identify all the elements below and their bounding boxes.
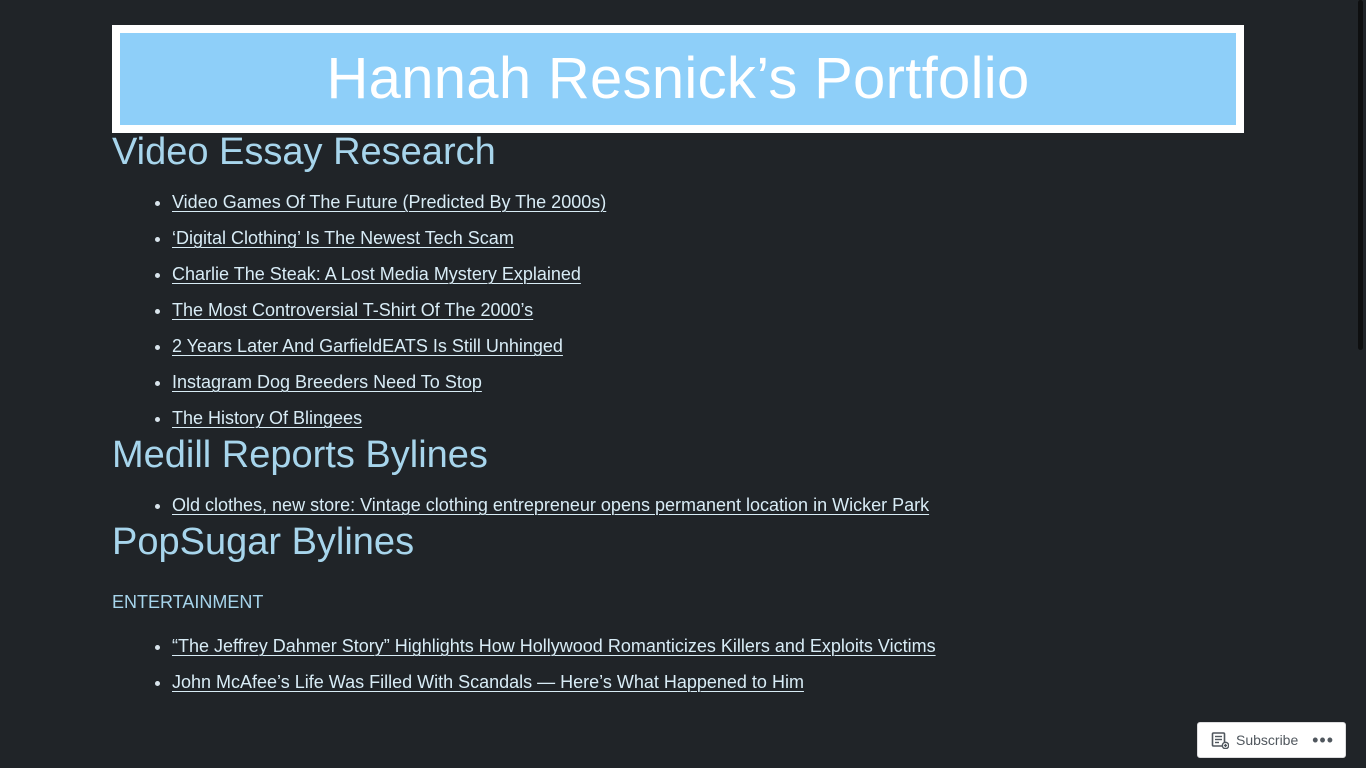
list-item: John McAfee’s Life Was Filled With Scand…	[172, 664, 1244, 700]
list-item: The Most Controversial T-Shirt Of The 20…	[172, 292, 1244, 328]
subscribe-bar: Subscribe •••	[1197, 722, 1346, 758]
list-item: The History Of Blingees	[172, 400, 1244, 436]
list-item: 2 Years Later And GarfieldEATS Is Still …	[172, 328, 1244, 364]
category-label-entertainment: ENTERTAINMENT	[112, 592, 264, 612]
subscribe-label: Subscribe	[1236, 732, 1299, 748]
list-item: Old clothes, new store: Vintage clothing…	[172, 487, 1244, 523]
reader-icon	[1211, 731, 1230, 750]
site-header: Hannah Resnick’s Portfolio	[112, 25, 1244, 133]
section-title-video-essay-research: Video Essay Research	[112, 131, 496, 173]
section-title-popsugar-bylines: PopSugar Bylines	[112, 521, 415, 563]
article-link[interactable]: Video Games Of The Future (Predicted By …	[172, 192, 606, 212]
list-item: “The Jeffrey Dahmer Story” Highlights Ho…	[172, 628, 1244, 664]
article-link[interactable]: Charlie The Steak: A Lost Media Mystery …	[172, 264, 581, 284]
article-link[interactable]: 2 Years Later And GarfieldEATS Is Still …	[172, 336, 563, 356]
scrollbar-thumb[interactable]	[1358, 0, 1363, 350]
video-essay-link-list: Video Games Of The Future (Predicted By …	[112, 184, 1244, 436]
article-link[interactable]: ‘Digital Clothing’ Is The Newest Tech Sc…	[172, 228, 514, 248]
article-link[interactable]: Instagram Dog Breeders Need To Stop	[172, 372, 482, 392]
more-options-icon[interactable]: •••	[1312, 731, 1334, 749]
article-link[interactable]: The History Of Blingees	[172, 408, 362, 428]
article-link[interactable]: Old clothes, new store: Vintage clothing…	[172, 495, 929, 515]
article-link[interactable]: The Most Controversial T-Shirt Of The 20…	[172, 300, 533, 320]
popsugar-link-list: “The Jeffrey Dahmer Story” Highlights Ho…	[112, 628, 1244, 700]
page-content: Hannah Resnick’s Portfolio Video Essay R…	[112, 25, 1244, 700]
list-item: Charlie The Steak: A Lost Media Mystery …	[172, 256, 1244, 292]
list-item: ‘Digital Clothing’ Is The Newest Tech Sc…	[172, 220, 1244, 256]
list-item: Video Games Of The Future (Predicted By …	[172, 184, 1244, 220]
list-item: Instagram Dog Breeders Need To Stop	[172, 364, 1244, 400]
subscribe-button[interactable]: Subscribe	[1198, 731, 1299, 750]
article-link[interactable]: “The Jeffrey Dahmer Story” Highlights Ho…	[172, 636, 936, 656]
site-header-banner: Hannah Resnick’s Portfolio	[120, 33, 1236, 125]
site-title[interactable]: Hannah Resnick’s Portfolio	[326, 50, 1029, 108]
article-link[interactable]: John McAfee’s Life Was Filled With Scand…	[172, 672, 804, 692]
section-title-medill-reports-bylines: Medill Reports Bylines	[112, 434, 488, 476]
medill-link-list: Old clothes, new store: Vintage clothing…	[112, 487, 1244, 523]
